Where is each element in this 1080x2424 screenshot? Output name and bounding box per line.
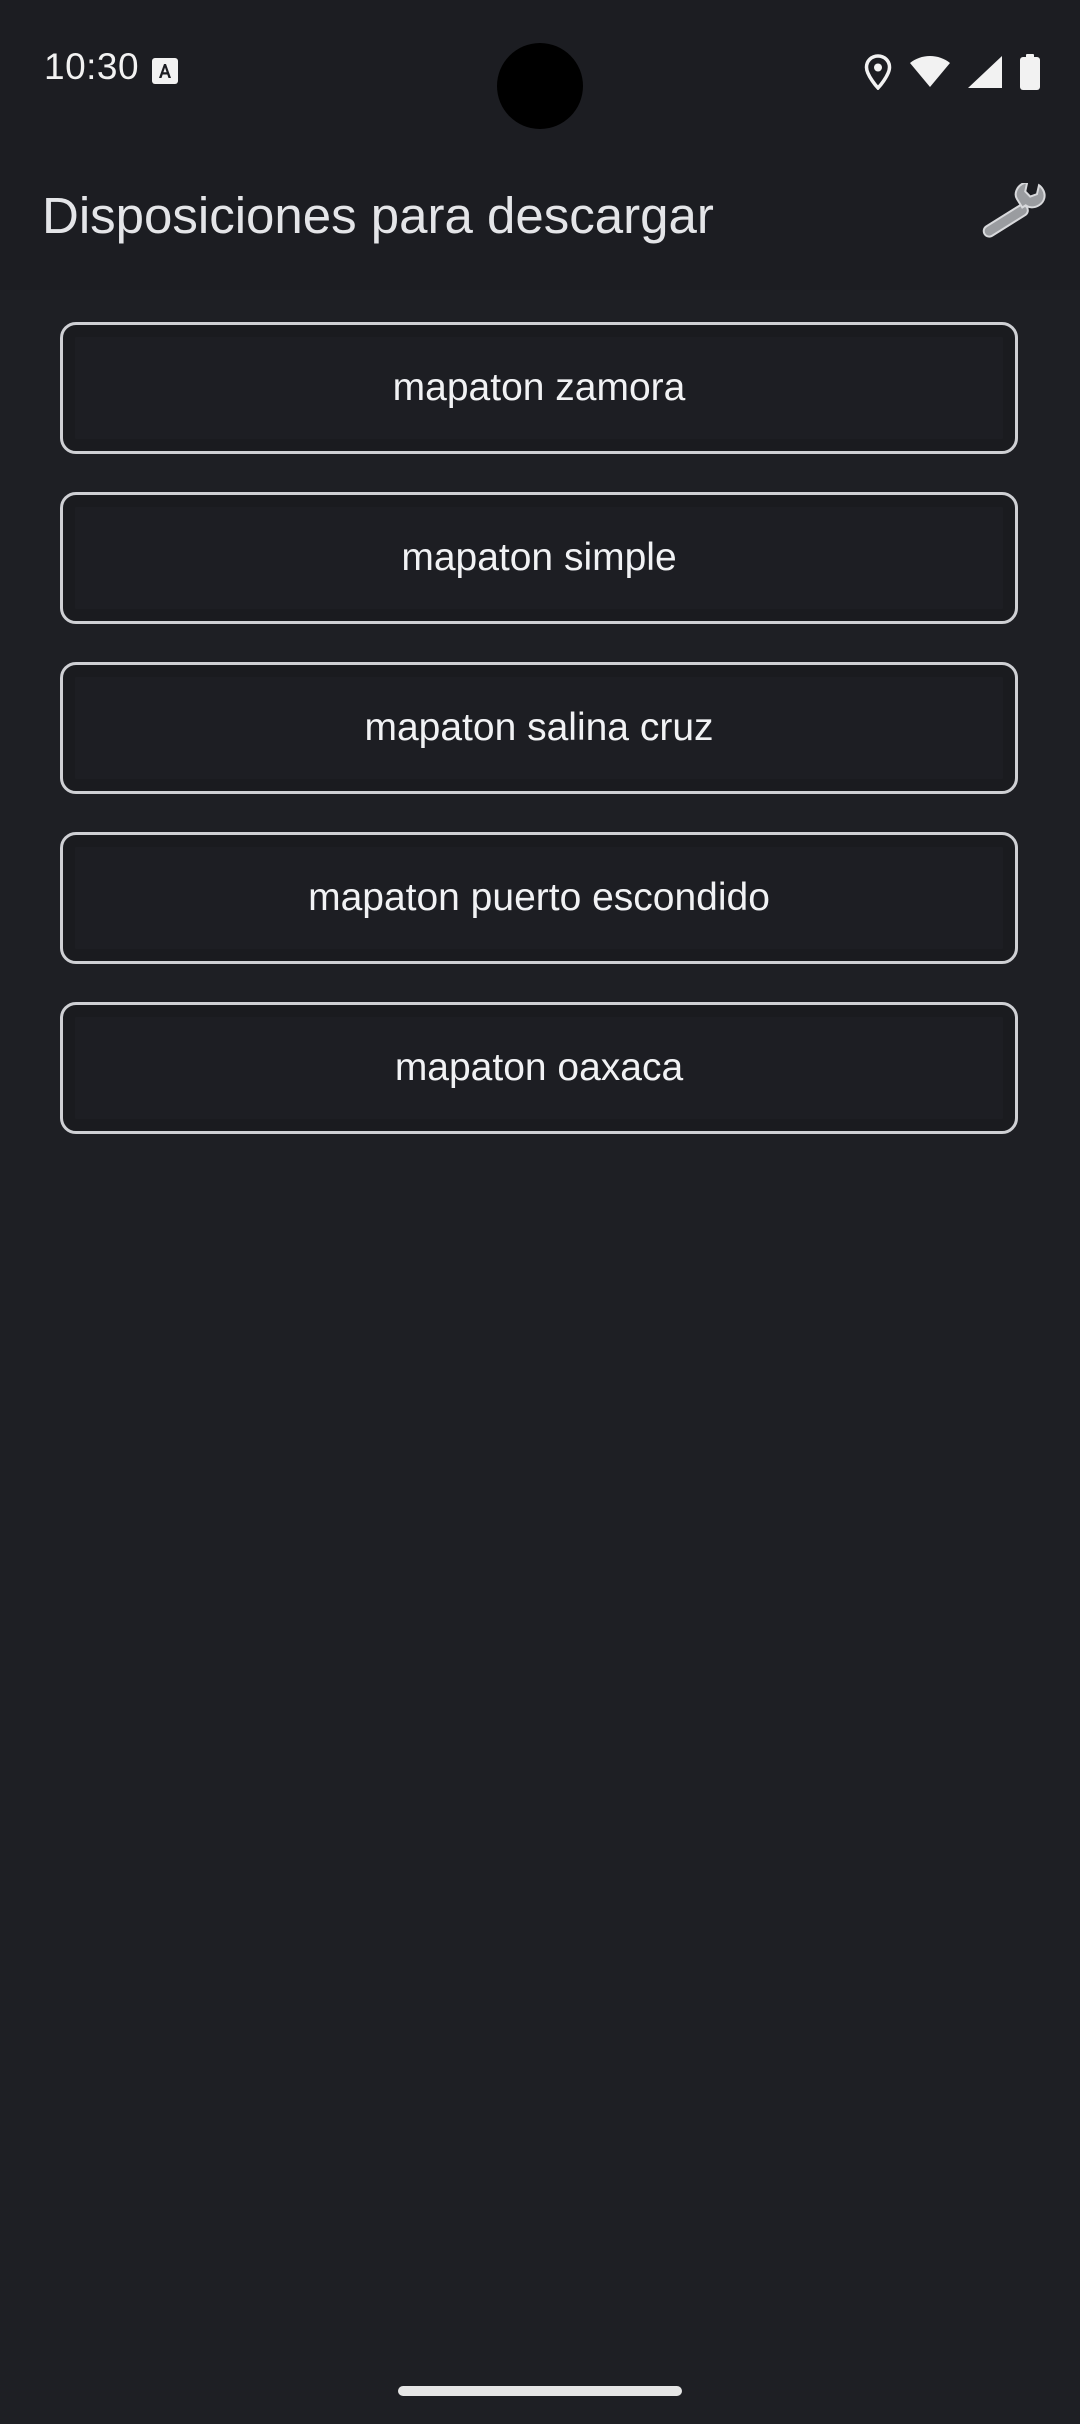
layout-button-label: mapaton zamora [392,366,686,409]
signal-icon [968,56,1002,88]
app-screen: 10:30 Disposiciones para descargar mapat… [0,0,1080,2424]
text-a-icon [152,58,178,84]
page-title: Disposiciones para descargar [42,187,714,244]
settings-button[interactable] [974,180,1054,254]
layout-button-oaxaca[interactable]: mapaton oaxaca [60,1002,1018,1134]
layout-button-simple[interactable]: mapaton simple [60,492,1018,624]
layout-button-label: mapaton simple [401,536,677,579]
layout-button-label: mapaton salina cruz [364,706,714,749]
layout-button-label: mapaton oaxaca [394,1046,684,1089]
location-icon [864,54,892,90]
layout-button-puerto-escondido[interactable]: mapaton puerto escondido [60,832,1018,964]
wrench-icon [975,180,1053,252]
wifi-icon [910,56,950,88]
status-bar: 10:30 [0,0,1080,140]
camera-cutout [497,43,583,129]
app-bar: Disposiciones para descargar [0,140,1080,290]
status-icons [864,52,1040,92]
layout-button-salina-cruz[interactable]: mapaton salina cruz [60,662,1018,794]
gesture-navigation-bar[interactable] [398,2386,682,2396]
status-time: 10:30 [44,46,140,87]
battery-icon [1020,54,1040,90]
layout-button-label: mapaton puerto escondido [308,876,770,919]
layout-list: mapaton zamora mapaton simple mapaton sa… [60,322,1018,1172]
layout-button-zamora[interactable]: mapaton zamora [60,322,1018,454]
